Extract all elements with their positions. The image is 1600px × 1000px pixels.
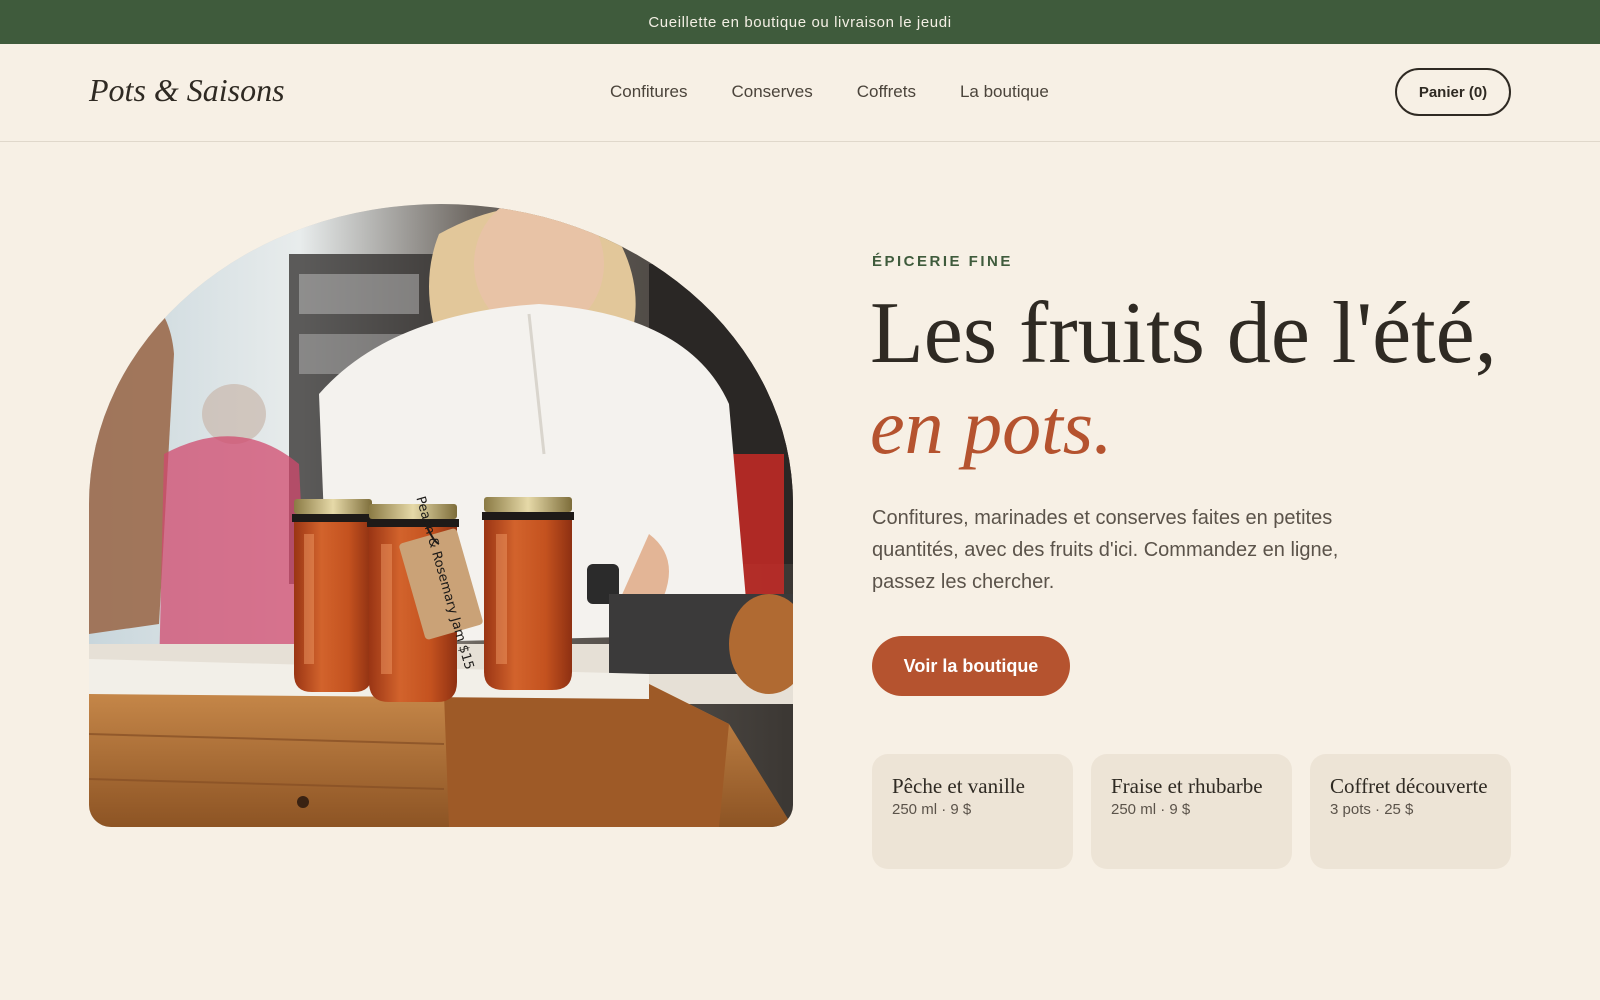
nav-link-conserves[interactable]: Conserves bbox=[731, 82, 812, 102]
logo[interactable]: Pots & Saisons bbox=[89, 72, 285, 109]
featured-products: Pêche et vanille 250 ml · 9 $ Fraise et … bbox=[872, 754, 1511, 869]
jam-jars-photo: Peach & Rosemary Jam $15 bbox=[89, 204, 793, 827]
product-meta: 250 ml · 9 $ bbox=[892, 801, 972, 818]
product-name: Coffret découverte bbox=[1330, 774, 1488, 798]
eyebrow-label: ÉPICERIE FINE bbox=[872, 253, 1013, 270]
product-name: Pêche et vanille bbox=[892, 774, 1025, 798]
product-card-fraise-rhubarbe[interactable]: Fraise et rhubarbe 250 ml · 9 $ bbox=[1091, 754, 1292, 869]
cart-button[interactable]: Panier (0) bbox=[1395, 68, 1511, 116]
announcement-text: Cueillette en boutique ou livraison le j… bbox=[648, 13, 952, 31]
product-name: Fraise et rhubarbe bbox=[1111, 774, 1263, 798]
hero-description: Confitures, marinades et conserves faite… bbox=[872, 507, 1339, 593]
headline-line-2: en pots. bbox=[870, 383, 1113, 470]
hero-image: Peach & Rosemary Jam $15 bbox=[89, 204, 793, 827]
product-card-peche-vanille[interactable]: Pêche et vanille 250 ml · 9 $ bbox=[872, 754, 1073, 869]
site-header: Pots & Saisons Confitures Conserves Coff… bbox=[0, 44, 1600, 142]
headline-line-1: Les fruits de l'été, bbox=[870, 285, 1497, 382]
nav-link-boutique[interactable]: La boutique bbox=[960, 82, 1049, 102]
product-card-coffret-decouverte[interactable]: Coffret découverte 3 pots · 25 $ bbox=[1310, 754, 1511, 869]
product-meta: 250 ml · 9 $ bbox=[1111, 801, 1191, 818]
announcement-bar: Cueillette en boutique ou livraison le j… bbox=[0, 0, 1600, 44]
product-meta: 3 pots · 25 $ bbox=[1330, 801, 1414, 818]
main-nav: Confitures Conserves Coffrets La boutiqu… bbox=[610, 82, 1049, 102]
nav-link-coffrets[interactable]: Coffrets bbox=[857, 82, 916, 102]
nav-link-confitures[interactable]: Confitures bbox=[610, 82, 687, 102]
hero-headline: Les fruits de l'été, en pots. bbox=[870, 290, 1550, 466]
shop-cta-button[interactable]: Voir la boutique bbox=[872, 636, 1070, 696]
